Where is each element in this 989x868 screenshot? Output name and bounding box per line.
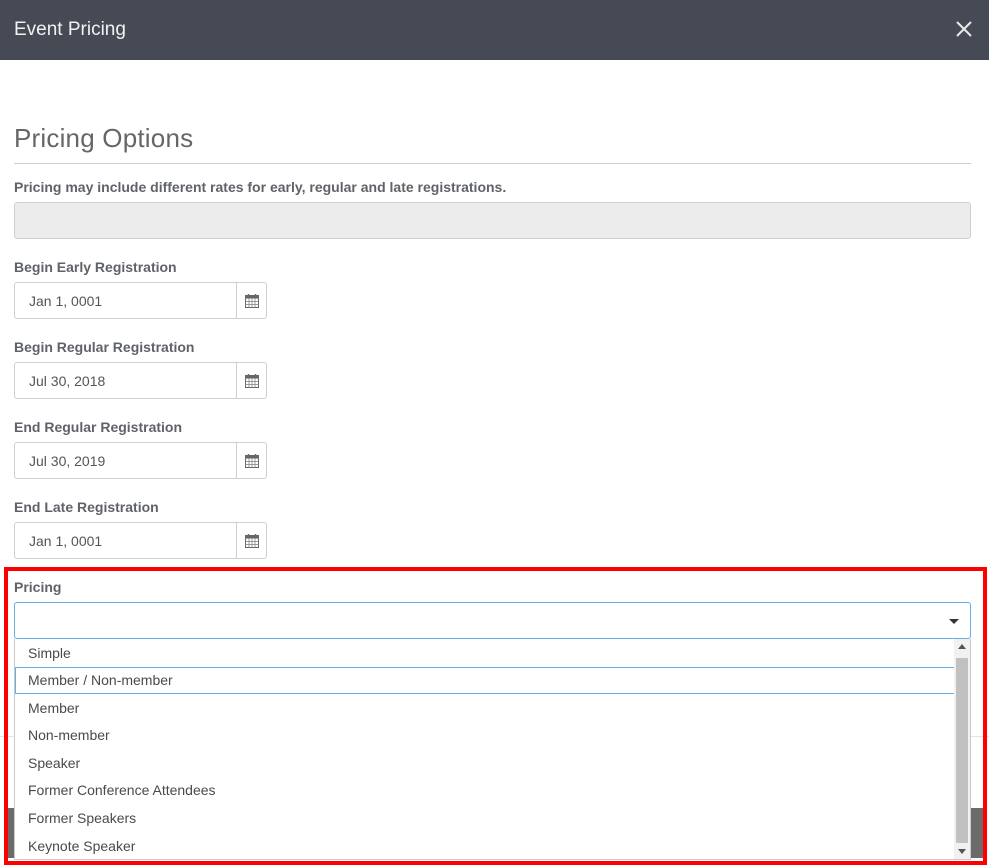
- dropdown-option-member-non-member[interactable]: Member / Non-member: [15, 667, 955, 694]
- calendar-button[interactable]: [236, 363, 267, 398]
- pricing-select[interactable]: [14, 602, 971, 639]
- calendar-icon: [245, 293, 259, 308]
- begin-early-label: Begin Early Registration: [14, 259, 177, 275]
- dropdown-scrollbar[interactable]: [954, 639, 970, 859]
- end-regular-label: End Regular Registration: [14, 419, 183, 435]
- begin-regular-date-group: [14, 362, 267, 399]
- modal-header: Event Pricing: [0, 0, 989, 60]
- end-regular-date-input[interactable]: [15, 443, 236, 478]
- section-title: Pricing Options: [14, 123, 194, 153]
- close-icon[interactable]: [952, 17, 976, 41]
- calendar-button[interactable]: [236, 283, 267, 318]
- section-divider: [14, 163, 971, 164]
- begin-regular-date-input[interactable]: [15, 363, 236, 398]
- begin-early-date-input[interactable]: [15, 283, 236, 318]
- calendar-icon: [245, 453, 259, 468]
- dropdown-option-speaker[interactable]: Speaker: [15, 750, 955, 777]
- pricing-label: Pricing: [14, 579, 62, 595]
- end-regular-date-group: [14, 442, 267, 479]
- modal-title: Event Pricing: [14, 19, 126, 40]
- dropdown-option-former-conference-attendees[interactable]: Former Conference Attendees: [15, 777, 955, 804]
- scroll-down-arrow-icon[interactable]: [958, 849, 966, 854]
- calendar-button[interactable]: [236, 443, 267, 478]
- scroll-up-arrow-icon[interactable]: [958, 644, 966, 649]
- scroll-thumb[interactable]: [956, 658, 968, 843]
- calendar-button[interactable]: [236, 523, 267, 558]
- begin-regular-label: Begin Regular Registration: [14, 339, 195, 355]
- pricing-dropdown-list: Simple Member / Non-member Member Non-me…: [14, 639, 971, 860]
- calendar-icon: [245, 533, 259, 548]
- dropdown-option-non-member[interactable]: Non-member: [15, 722, 955, 749]
- end-late-date-group: [14, 522, 267, 559]
- calendar-icon: [245, 373, 259, 388]
- description-field: [14, 202, 971, 239]
- end-late-date-input[interactable]: [15, 523, 236, 558]
- dropdown-option-member[interactable]: Member: [15, 695, 955, 722]
- dropdown-option-former-speakers[interactable]: Former Speakers: [15, 805, 955, 832]
- dropdown-option-keynote-speaker[interactable]: Keynote Speaker: [15, 833, 955, 859]
- caret-down-icon: [949, 619, 959, 624]
- begin-early-date-group: [14, 282, 267, 319]
- dropdown-option-simple[interactable]: Simple: [15, 640, 955, 667]
- end-late-label: End Late Registration: [14, 499, 159, 515]
- pricing-description: Pricing may include different rates for …: [14, 179, 507, 195]
